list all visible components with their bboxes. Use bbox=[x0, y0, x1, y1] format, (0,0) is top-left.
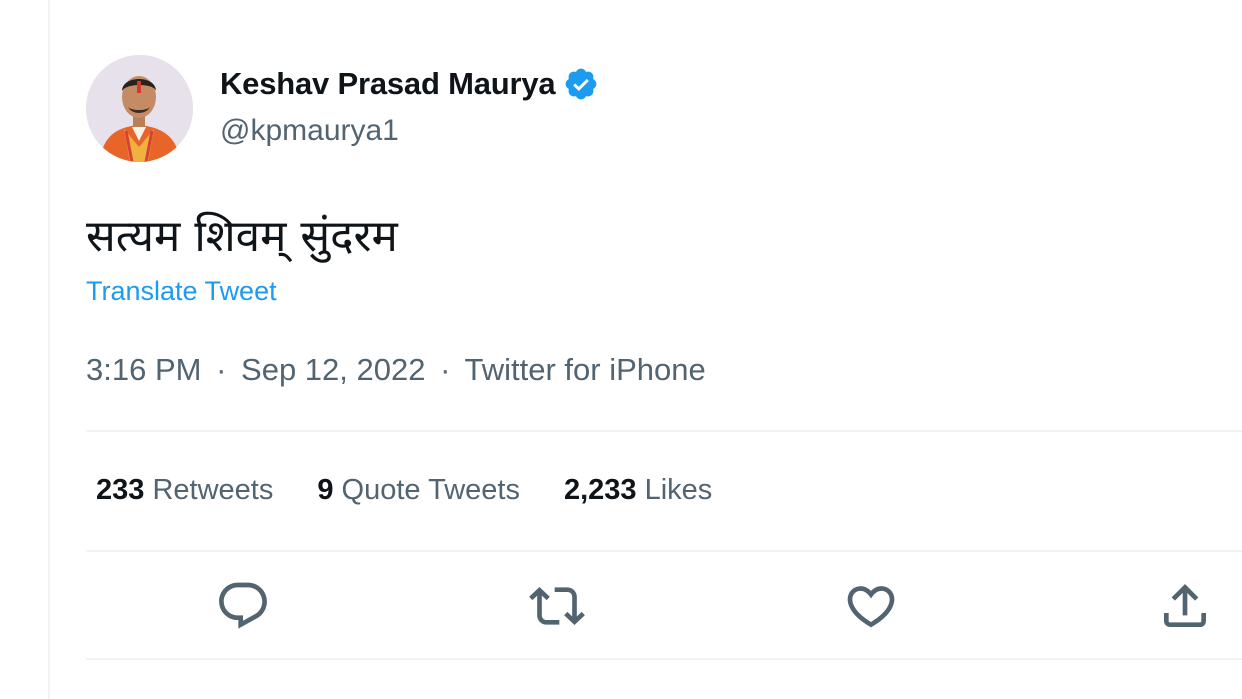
quote-tweets-stat[interactable]: 9 Quote Tweets bbox=[317, 474, 520, 507]
tweet-date[interactable]: Sep 12, 2022 bbox=[241, 352, 425, 387]
quote-tweets-count: 9 bbox=[317, 474, 334, 506]
verified-badge-icon bbox=[563, 66, 599, 102]
retweets-label: Retweets bbox=[152, 474, 274, 506]
timeline-border bbox=[48, 0, 50, 699]
tweet-time[interactable]: 3:16 PM bbox=[86, 352, 201, 387]
reply-icon bbox=[219, 582, 267, 629]
tweet-action-bar bbox=[86, 578, 1242, 634]
likes-label: Likes bbox=[644, 474, 713, 506]
divider bbox=[86, 658, 1242, 660]
divider bbox=[86, 550, 1242, 552]
retweet-icon bbox=[529, 587, 585, 625]
author-name-row[interactable]: Keshav Prasad Maurya bbox=[220, 66, 599, 102]
retweets-count: 233 bbox=[96, 474, 145, 506]
like-icon bbox=[847, 586, 895, 628]
quote-tweets-label: Quote Tweets bbox=[341, 474, 520, 506]
meta-separator: · bbox=[440, 352, 451, 387]
likes-count: 2,233 bbox=[563, 474, 637, 506]
likes-stat[interactable]: 2,233 Likes bbox=[564, 474, 712, 507]
tweet-text: सत्यम शिवम् सुंदरम bbox=[86, 211, 398, 262]
author-display-name[interactable]: Keshav Prasad Maurya bbox=[220, 66, 556, 102]
meta-separator: · bbox=[216, 352, 227, 387]
engagement-stats: 233 Retweets 9 Quote Tweets 2,233 Likes bbox=[96, 474, 756, 507]
translate-tweet-link[interactable]: Translate Tweet bbox=[86, 276, 277, 307]
author-handle[interactable]: @kpmaurya1 bbox=[220, 114, 399, 148]
avatar[interactable] bbox=[86, 55, 193, 162]
retweets-stat[interactable]: 233 Retweets bbox=[96, 474, 273, 507]
tweet-metadata: 3:16 PM · Sep 12, 2022 · Twitter for iPh… bbox=[86, 352, 706, 388]
tweet-detail: Keshav Prasad Maurya @kpmaurya1 सत्यम शि… bbox=[86, 0, 1242, 699]
reply-button[interactable] bbox=[215, 578, 271, 634]
share-button[interactable] bbox=[1157, 578, 1213, 634]
share-icon bbox=[1164, 584, 1206, 627]
tweet-source[interactable]: Twitter for iPhone bbox=[465, 352, 706, 387]
like-button[interactable] bbox=[843, 578, 899, 634]
retweet-button[interactable] bbox=[529, 578, 585, 634]
divider bbox=[86, 430, 1242, 432]
